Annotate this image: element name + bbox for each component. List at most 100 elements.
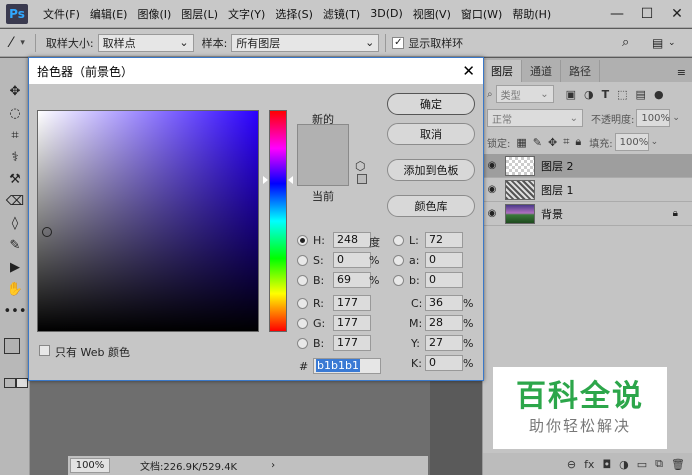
saturation-input[interactable]: 0 [333,252,371,268]
crop-tool-icon[interactable]: ⌗ [0,124,30,146]
stamp-tool-icon[interactable]: ⚒ [0,168,30,190]
more-tools-icon[interactable]: ••• [0,300,30,322]
l-radio[interactable] [393,235,404,246]
hue-radio[interactable] [297,235,308,246]
filter-kind-select[interactable]: 类型 ⌄ [495,85,554,103]
menu-select[interactable]: 选择(S) [270,6,318,22]
ok-button[interactable]: 确定 [387,93,475,115]
add-mask-icon[interactable]: ◘ [602,458,611,471]
eraser-tool-icon[interactable]: ⌫ [0,190,30,212]
hue-slider[interactable] [269,110,287,332]
magenta-input[interactable]: 28 [425,315,463,331]
filter-smart-icon[interactable]: ▤ [636,88,646,101]
add-to-swatches-button[interactable]: 添加到色板 [387,159,475,181]
close-icon[interactable]: ✕ [462,62,475,80]
a-radio[interactable] [393,255,404,266]
link-layers-icon[interactable]: ⊖ [567,458,576,471]
healing-tool-icon[interactable]: ⚕ [0,146,30,168]
blur-tool-icon[interactable]: ◊ [0,212,30,234]
path-select-tool-icon[interactable]: ▶ [0,256,30,278]
black-input[interactable]: 0 [425,355,463,371]
eye-icon[interactable]: ◉ [483,184,501,195]
l-input[interactable]: 72 [425,232,463,248]
opacity-field[interactable]: 100% [636,109,671,127]
menu-layer[interactable]: 图层(L) [176,6,223,22]
menu-file[interactable]: 文件(F) [38,6,85,22]
eye-icon[interactable]: ◉ [483,208,501,219]
move-tool-icon[interactable]: ✥ [0,80,30,102]
menu-help[interactable]: 帮助(H) [507,6,556,22]
lock-move-icon[interactable]: ✥ [548,136,557,149]
pen-tool-icon[interactable]: ✎ [0,234,30,256]
sample-size-select[interactable]: 取样点 ⌄ [97,33,194,52]
filter-pixel-icon[interactable]: ▣ [566,88,576,101]
color-libraries-button[interactable]: 颜色库 [387,195,475,217]
lock-artboard-icon[interactable]: ⌗ [563,135,569,149]
eye-icon[interactable]: ◉ [483,160,501,171]
chevron-down-icon[interactable]: ⌄ [672,113,680,123]
filter-type-icon[interactable]: T [602,88,610,101]
panel-menu-icon[interactable]: ≡ [671,63,692,82]
hue-slider-arrow[interactable] [288,176,293,184]
menu-view[interactable]: 视图(V) [408,6,456,22]
chevron-down-icon[interactable]: ▾ [20,38,25,48]
lasso-tool-icon[interactable]: ◌ [0,102,30,124]
maximize-button[interactable]: ☐ [632,6,662,22]
tab-paths[interactable]: 路径 [561,60,600,82]
chevron-down-icon[interactable]: ⌄ [668,38,676,48]
new-group-icon[interactable]: ▭ [637,458,647,471]
foreground-color-swatch[interactable] [4,338,20,354]
web-colors-checkbox[interactable] [39,345,50,356]
lock-brush-icon[interactable]: ✎ [533,136,542,149]
tab-channels[interactable]: 通道 [522,60,561,82]
blend-mode-select[interactable]: 正常 ⌄ [487,109,583,127]
chevron-right-icon[interactable]: › [271,460,275,471]
filter-shape-icon[interactable]: ⬚ [617,88,627,101]
adjustment-layer-icon[interactable]: ◑ [619,458,629,471]
green-input[interactable]: 177 [333,315,371,331]
filter-adjust-icon[interactable]: ◑ [584,88,594,101]
hue-slider-arrow[interactable] [263,176,268,184]
cyan-input[interactable]: 36 [425,295,463,311]
brightness-radio[interactable] [297,275,308,286]
layer-row[interactable]: ◉ 图层 2 [483,154,692,178]
menu-filter[interactable]: 滤镜(T) [318,6,365,22]
screen-mode-icon[interactable] [16,378,28,388]
lock-transparent-icon[interactable]: ▦ [516,136,526,149]
brightness-input[interactable]: 69 [333,272,371,288]
layer-row[interactable]: ◉ 图层 1 [483,178,692,202]
show-ring-checkbox[interactable]: ✓ [392,36,405,49]
menu-window[interactable]: 窗口(W) [456,6,507,22]
cancel-button[interactable]: 取消 [387,123,475,145]
layer-row[interactable]: ◉ 背景 🔒︎ [483,202,692,226]
color-field-marker[interactable] [42,227,52,237]
filter-toggle-icon[interactable]: ● [654,88,664,101]
workspace-icon[interactable]: ▤ [652,36,663,50]
zoom-field[interactable]: 100% [70,458,110,473]
menu-image[interactable]: 图像(I) [132,6,176,22]
trash-icon[interactable]: 🗑 [671,458,685,471]
red-input[interactable]: 177 [333,295,371,311]
search-icon[interactable]: ⌕ [622,35,629,50]
cube-icon[interactable]: ⬡ [355,159,365,173]
web-safe-swatch[interactable] [357,174,367,184]
b-lab-radio[interactable] [393,275,404,286]
b-lab-input[interactable]: 0 [425,272,463,288]
menu-edit[interactable]: 编辑(E) [85,6,133,22]
green-radio[interactable] [297,318,308,329]
red-radio[interactable] [297,298,308,309]
color-field[interactable] [37,110,259,332]
hand-tool-icon[interactable]: ✋ [0,278,30,300]
tab-layers[interactable]: 图层 [483,60,522,82]
chevron-down-icon[interactable]: ⌄ [651,137,659,147]
menu-type[interactable]: 文字(Y) [223,6,270,22]
yellow-input[interactable]: 27 [425,335,463,351]
new-layer-icon[interactable]: ⧉ [655,457,663,471]
quick-mask-icon[interactable] [4,378,16,388]
hex-input[interactable]: b1b1b1 [313,358,381,374]
fill-field[interactable]: 100% [614,133,649,151]
blue-input[interactable]: 177 [333,335,371,351]
menu-3d[interactable]: 3D(D) [365,7,408,20]
minimize-button[interactable]: — [602,6,632,22]
eyedropper-icon[interactable]: ⁄ [10,35,12,51]
